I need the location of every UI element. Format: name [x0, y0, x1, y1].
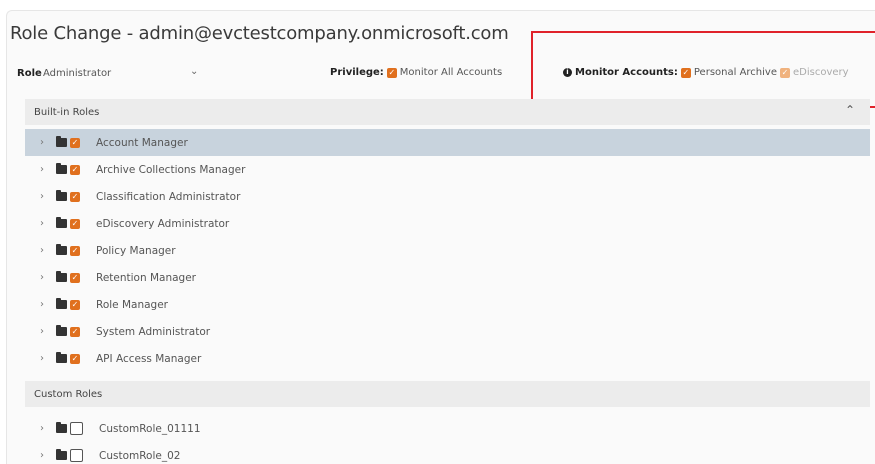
folder-icon — [56, 271, 67, 282]
role-label: CustomRole_02 — [99, 449, 181, 462]
folder-icon — [56, 325, 67, 336]
chevron-right-icon[interactable]: › — [40, 245, 54, 256]
folder-icon — [56, 217, 67, 228]
folder-icon — [56, 190, 67, 201]
builtin-roles-tree: › ✓ Account Manager › ✓ Archive Collections M… — [25, 129, 870, 372]
role-label: API Access Manager — [96, 352, 202, 365]
chevron-right-icon[interactable]: › — [40, 272, 54, 283]
builtin-roles-header[interactable]: Built-in Roles ⌃ — [25, 99, 870, 125]
personal-archive-label: Personal Archive — [693, 67, 777, 78]
role-label: Classification Administrator — [96, 190, 241, 203]
tree-row[interactable]: › ✓ Retention Manager — [25, 264, 870, 291]
folder-icon — [56, 298, 67, 309]
monitor-accounts-group: i Monitor Accounts: ✓ Personal Archive ✓… — [563, 67, 849, 78]
chevron-right-icon[interactable]: › — [40, 326, 54, 337]
personal-archive-checkbox[interactable]: ✓ — [680, 67, 691, 78]
role-checkbox[interactable]: ✓ — [70, 191, 80, 202]
role-checkbox[interactable]: ✓ — [70, 218, 80, 229]
role-checkbox[interactable]: ✓ — [70, 326, 80, 337]
role-checkbox[interactable] — [70, 449, 83, 462]
role-label: Role — [17, 68, 42, 79]
tree-row[interactable]: › ✓ Account Manager — [25, 129, 870, 156]
tree-row[interactable]: › ✓ Classification Administrator — [25, 183, 870, 210]
privilege-label: Privilege: — [330, 67, 384, 78]
role-label: Archive Collections Manager — [96, 163, 246, 176]
monitor-all-accounts-checkbox[interactable]: ✓ — [386, 67, 397, 78]
role-label: Policy Manager — [96, 244, 176, 257]
role-label: Retention Manager — [96, 271, 196, 284]
role-checkbox[interactable] — [70, 422, 83, 435]
chevron-right-icon[interactable]: › — [40, 137, 54, 148]
tree-row[interactable]: › CustomRole_01111 — [25, 415, 870, 442]
role-label: CustomRole_01111 — [99, 422, 201, 435]
tree-row[interactable]: › ✓ System Administrator — [25, 318, 870, 345]
custom-roles-tree: › CustomRole_01111 › CustomRole_02 — [25, 415, 870, 464]
monitor-all-accounts-label: Monitor All Accounts — [399, 67, 503, 78]
role-checkbox[interactable]: ✓ — [70, 353, 80, 364]
chevron-down-icon[interactable]: ⌄ — [190, 66, 198, 77]
role-label: Account Manager — [96, 136, 188, 149]
chevron-up-icon[interactable]: ⌃ — [845, 103, 855, 117]
folder-icon — [56, 422, 67, 433]
monitor-accounts-label: Monitor Accounts: — [575, 67, 678, 78]
builtin-roles-title: Built-in Roles — [34, 107, 100, 118]
tree-row[interactable]: › CustomRole_02 — [25, 442, 870, 464]
tree-row[interactable]: › ✓ Archive Collections Manager — [25, 156, 870, 183]
tree-row[interactable]: › ✓ Policy Manager — [25, 237, 870, 264]
ediscovery-label: eDiscovery — [792, 67, 849, 78]
role-checkbox[interactable]: ✓ — [70, 164, 80, 175]
role-checkbox[interactable]: ✓ — [70, 245, 80, 256]
role-checkbox[interactable]: ✓ — [70, 272, 80, 283]
role-select[interactable]: Administrator — [43, 68, 111, 79]
folder-icon — [56, 449, 67, 460]
custom-roles-title: Custom Roles — [34, 389, 103, 400]
folder-icon — [56, 244, 67, 255]
ediscovery-checkbox[interactable]: ✓ — [779, 67, 790, 78]
chevron-right-icon[interactable]: › — [40, 164, 54, 175]
folder-icon — [56, 352, 67, 363]
role-change-panel: Role Change - admin@evctestcompany.onmic… — [6, 10, 875, 464]
chevron-right-icon[interactable]: › — [40, 450, 54, 461]
role-label: System Administrator — [96, 325, 211, 338]
chevron-right-icon[interactable]: › — [40, 191, 54, 202]
role-checkbox[interactable]: ✓ — [70, 137, 80, 148]
chevron-right-icon[interactable]: › — [40, 423, 54, 434]
chevron-right-icon[interactable]: › — [40, 353, 54, 364]
chevron-right-icon[interactable]: › — [40, 218, 54, 229]
folder-icon — [56, 163, 67, 174]
tree-row[interactable]: › ✓ Role Manager — [25, 291, 870, 318]
role-label: Role Manager — [96, 298, 168, 311]
custom-roles-header[interactable]: Custom Roles — [25, 381, 870, 407]
role-label: eDiscovery Administrator — [96, 217, 230, 230]
chevron-right-icon[interactable]: › — [40, 299, 54, 310]
folder-icon — [56, 136, 67, 147]
privilege-group: Privilege: ✓ Monitor All Accounts — [330, 67, 502, 78]
role-checkbox[interactable]: ✓ — [70, 299, 80, 310]
tree-row[interactable]: › ✓ API Access Manager — [25, 345, 870, 372]
page-title: Role Change - admin@evctestcompany.onmic… — [10, 23, 509, 44]
tree-row[interactable]: › ✓ eDiscovery Administrator — [25, 210, 870, 237]
info-icon: i — [563, 68, 572, 77]
